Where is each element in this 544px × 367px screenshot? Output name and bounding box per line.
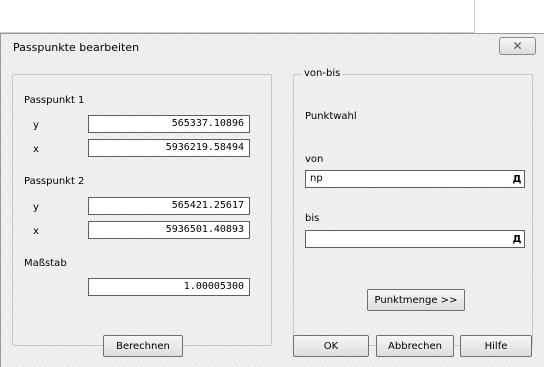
- vonbis-legend: von-bis: [302, 68, 343, 79]
- hilfe-button[interactable]: Hilfe: [460, 335, 532, 357]
- passpunkt2-y-label: y: [33, 202, 39, 213]
- close-icon: ✕: [512, 39, 523, 53]
- screen: Passpunkte bearbeiten ✕ Passpunkt 1 y 56…: [0, 0, 544, 367]
- passpunkt1-x-field[interactable]: 5936219.58494: [88, 139, 250, 157]
- punktwahl-label: Punktwahl: [305, 111, 357, 122]
- passpunkt2-heading: Passpunkt 2: [24, 176, 85, 187]
- von-value: np: [310, 173, 323, 184]
- passpunkt1-heading: Passpunkt 1: [24, 95, 85, 106]
- passpunkte-group: Passpunkt 1 y 565337.10896 x 5936219.584…: [12, 74, 272, 346]
- abbrechen-button[interactable]: Abbrechen: [376, 335, 454, 357]
- passpunkt2-y-field[interactable]: 565421.25617: [88, 197, 250, 215]
- von-label: von: [305, 154, 324, 165]
- passpunkt2-x-field[interactable]: 5936501.40893: [88, 221, 250, 239]
- background-window: [0, 0, 475, 33]
- passpunkt1-y-field[interactable]: 565337.10896: [88, 115, 250, 133]
- title-bar: Passpunkte bearbeiten ✕: [1, 34, 544, 60]
- dropdown-arrow-icon[interactable]: Д: [511, 172, 523, 186]
- ok-button[interactable]: OK: [293, 335, 369, 357]
- passpunkt1-y-label: y: [33, 120, 39, 131]
- passpunkt2-x-label: x: [33, 226, 39, 237]
- berechnen-button[interactable]: Berechnen: [103, 335, 183, 357]
- massstab-field[interactable]: 1.00005300: [88, 278, 250, 296]
- passpunkte-dialog: Passpunkte bearbeiten ✕ Passpunkt 1 y 56…: [0, 33, 544, 367]
- close-button[interactable]: ✕: [499, 37, 536, 55]
- dropdown-arrow-icon[interactable]: Д: [511, 232, 523, 246]
- dialog-title: Passpunkte bearbeiten: [13, 41, 140, 54]
- punktmenge-button[interactable]: Punktmenge >>: [367, 289, 465, 311]
- passpunkt1-x-label: x: [33, 144, 39, 155]
- bis-combobox[interactable]: Д: [305, 230, 525, 248]
- bis-label: bis: [305, 213, 320, 224]
- von-combobox[interactable]: np Д: [305, 170, 525, 188]
- massstab-label: Maßstab: [24, 258, 67, 269]
- vonbis-group: von-bis Punktwahl von np Д bis Д Punktme…: [293, 68, 533, 346]
